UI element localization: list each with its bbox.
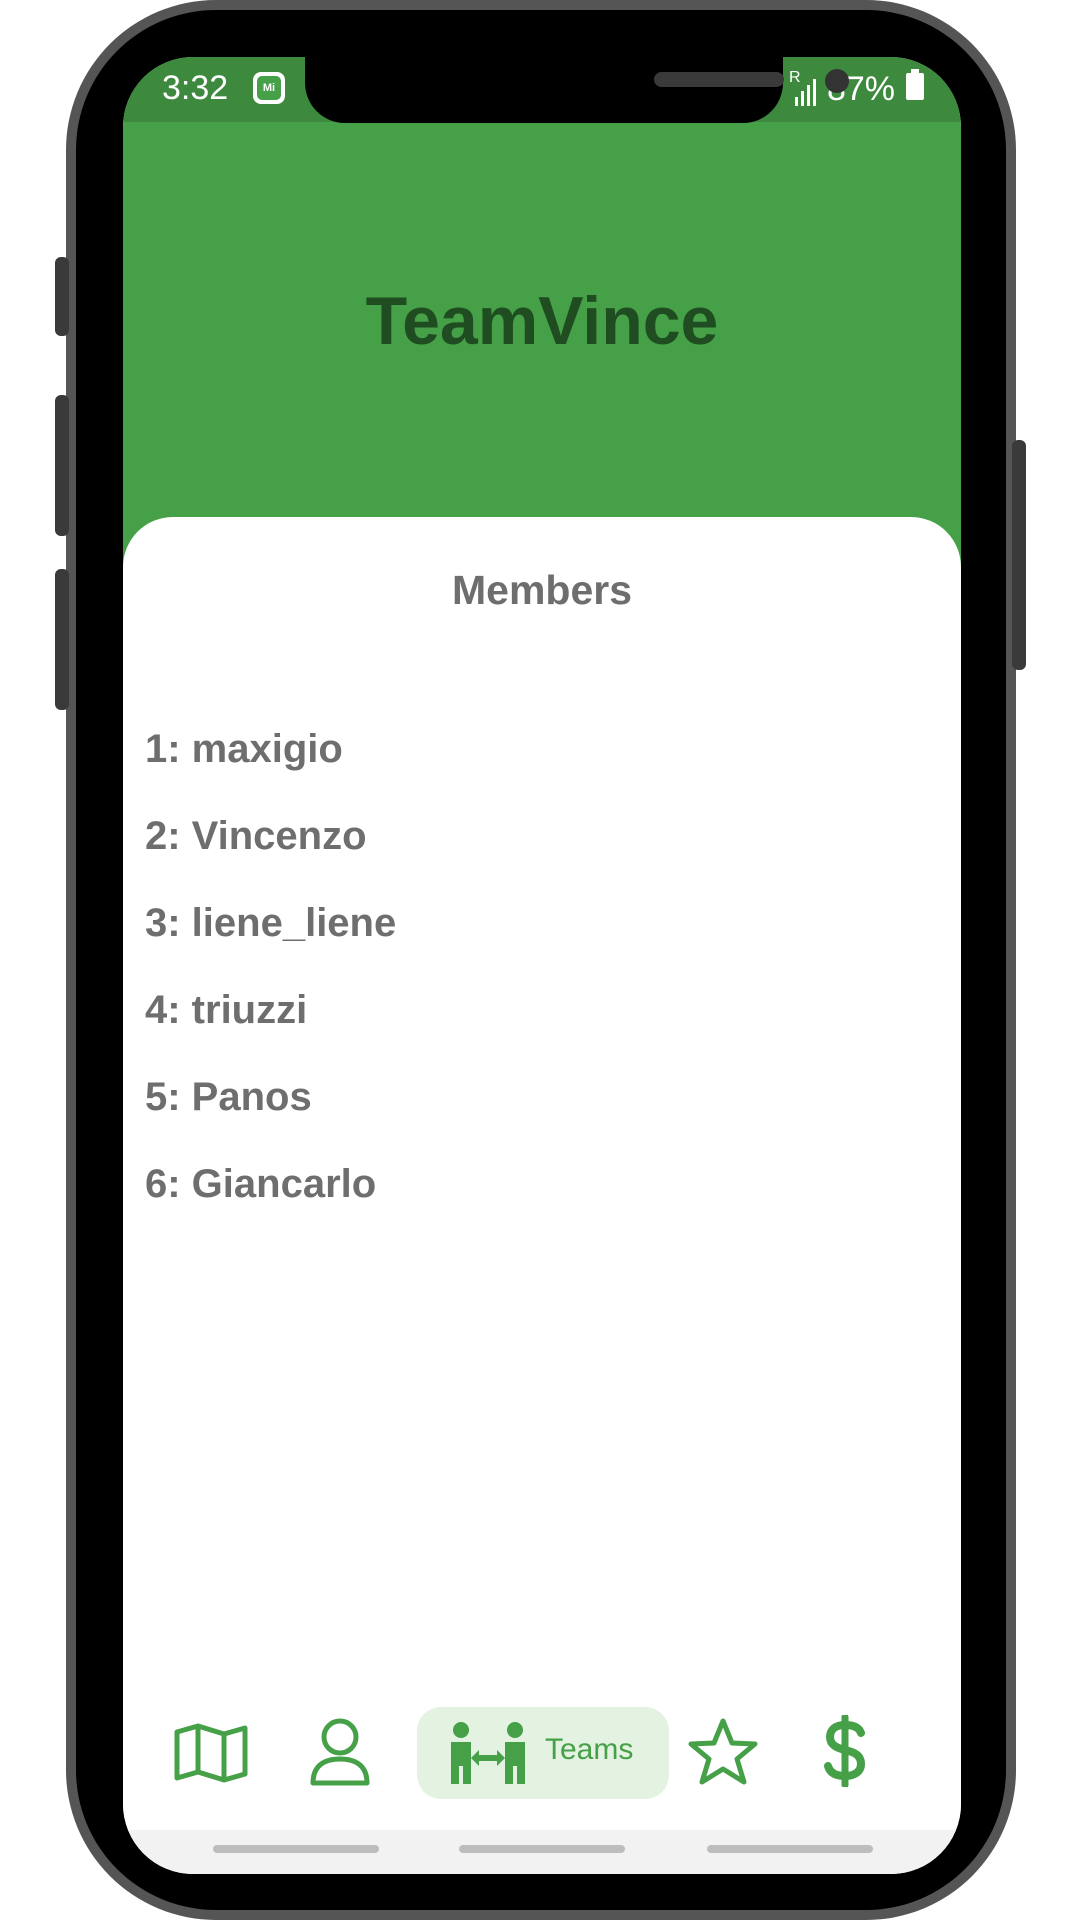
members-heading: Members (451, 567, 632, 613)
side-button (55, 569, 69, 710)
camera-notch (305, 57, 849, 123)
nav-profile-button[interactable] (309, 1717, 371, 1787)
bottom-navigation: Teams (123, 1707, 961, 1817)
nav-payments-button[interactable] (823, 1715, 867, 1787)
dollar-icon (824, 1715, 866, 1787)
notification-app-label: Mi (257, 76, 281, 100)
screen: 3:32 Mi R 87% TeamVince Members 1: maxig… (123, 57, 961, 1874)
team-title: TeamVince (365, 283, 719, 359)
member-item: 5: Panos (145, 1075, 312, 1119)
volume-up-button (55, 257, 69, 336)
system-back-button[interactable] (707, 1845, 873, 1853)
member-item: 4: triuzzi (145, 988, 308, 1032)
status-time: 3:32 (162, 69, 229, 107)
signal-icon: R (789, 69, 817, 107)
star-icon (688, 1718, 758, 1785)
status-right: R 87% (789, 69, 925, 110)
member-item: 3: liene_liene (145, 901, 397, 945)
teams-icon (449, 1720, 527, 1786)
notification-app-icon: Mi (253, 72, 285, 104)
nav-teams-label: Teams (545, 1733, 634, 1766)
member-item: 2: Vincenzo (145, 814, 367, 858)
person-icon (310, 1718, 370, 1786)
nav-map-button[interactable] (173, 1720, 249, 1786)
power-button (1012, 440, 1026, 670)
battery-icon (905, 69, 925, 110)
team-header: 3:32 Mi R 87% TeamVince (123, 57, 961, 577)
map-icon (174, 1723, 248, 1783)
system-recents-button[interactable] (213, 1845, 379, 1853)
earpiece-speaker (654, 72, 784, 87)
volume-down-button (55, 395, 69, 536)
front-camera (825, 69, 849, 93)
system-navigation-bar (123, 1830, 961, 1874)
system-home-button[interactable] (459, 1845, 625, 1853)
member-item: 1: maxigio (145, 727, 343, 771)
nav-favorites-button[interactable] (687, 1717, 759, 1787)
member-item: 6: Giancarlo (145, 1162, 377, 1206)
